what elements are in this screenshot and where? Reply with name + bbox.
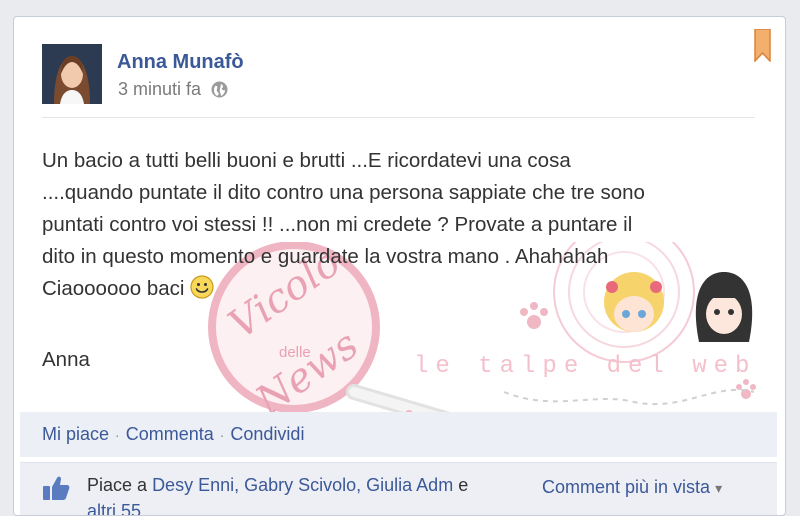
comments-sort-label: Comment più in vista xyxy=(542,477,711,497)
timestamp-text[interactable]: 3 minuti fa xyxy=(118,79,201,100)
comment-link[interactable]: Commenta xyxy=(126,424,214,445)
post-actions-bar: Mi piace · Commenta · Condividi xyxy=(20,412,777,457)
post-line-5: Ciaoooooo baci xyxy=(42,273,764,305)
post-message: Un bacio a tutti belli buoni e brutti ..… xyxy=(42,145,764,305)
post-line-4: dito in questo momento e guardate la vos… xyxy=(42,245,609,268)
author-name[interactable]: Anna Munafò xyxy=(117,51,244,74)
post-timestamp: 3 minuti fa xyxy=(118,79,228,100)
post-line-3: puntati contro voi stessi !! ...non mi c… xyxy=(42,213,633,236)
watermark-banner: le talpe del web xyxy=(414,353,756,380)
facebook-post: Anna Munafò 3 minuti fa Vicolo delle New… xyxy=(13,16,786,516)
likes-names[interactable]: Desy Enni, Gabry Scivolo, Giulia Adm xyxy=(152,475,453,495)
smiley-emoticon-icon xyxy=(190,275,214,299)
action-separator: · xyxy=(115,426,120,443)
likes-others-link[interactable]: altri 55 xyxy=(87,501,141,515)
likes-prefix: Piace a xyxy=(87,475,148,495)
likes-summary: Piace a Desy Enni, Gabry Scivolo, Giulia… xyxy=(20,462,777,515)
chevron-down-icon: ▾ xyxy=(715,480,723,496)
share-link[interactable]: Condividi xyxy=(230,424,304,445)
likes-text: Piace a Desy Enni, Gabry Scivolo, Giulia… xyxy=(87,475,468,496)
likes-suffix: e xyxy=(458,475,469,495)
post-line-2: ....quando puntate il dito contro una pe… xyxy=(42,181,645,204)
header-divider xyxy=(42,117,755,118)
post-signature: Anna xyxy=(42,348,90,371)
watermark-logo-text-2: delle xyxy=(279,344,311,361)
thumbs-up-icon xyxy=(43,476,70,500)
post-line-1: Un bacio a tutti belli buoni e brutti ..… xyxy=(42,149,571,172)
avatar-portrait xyxy=(42,44,102,104)
author-avatar[interactable] xyxy=(42,44,102,104)
watermark-logo-text-3: News xyxy=(247,322,367,425)
comments-sort-dropdown[interactable]: Comment più in vista ▾ xyxy=(542,477,722,498)
globe-icon[interactable] xyxy=(211,81,228,98)
like-link[interactable]: Mi piace xyxy=(42,424,109,445)
bookmark-icon[interactable] xyxy=(754,29,771,62)
post-line-5-text: Ciaoooooo baci xyxy=(42,277,185,300)
action-separator: · xyxy=(219,426,225,443)
